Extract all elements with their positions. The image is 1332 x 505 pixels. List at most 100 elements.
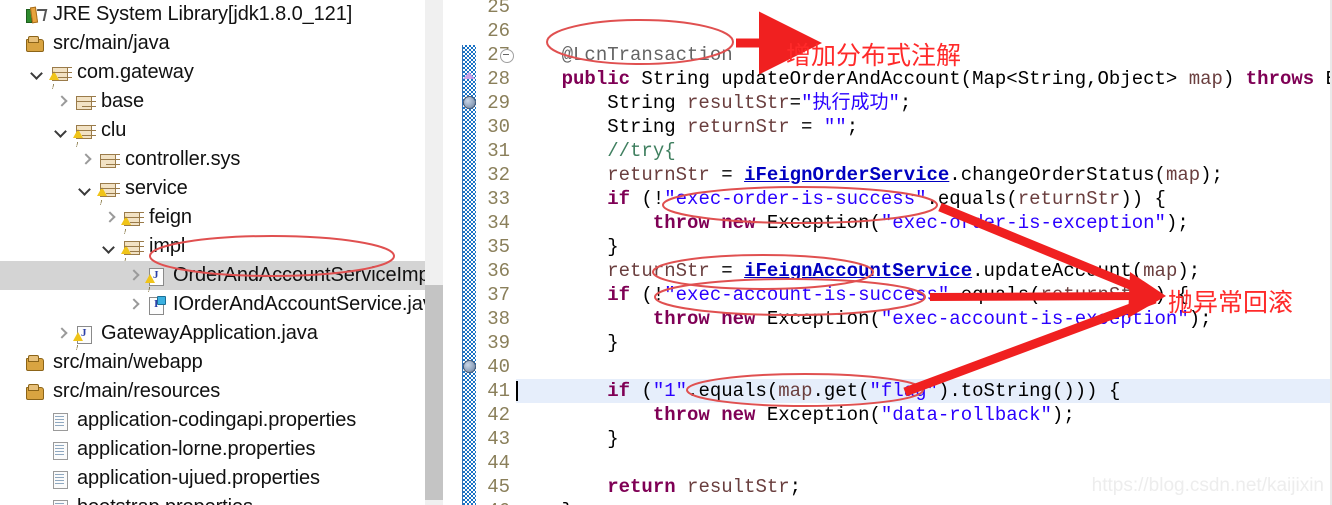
code-token: throw	[652, 212, 710, 234]
panel-divider[interactable]	[443, 0, 463, 505]
code-token: if	[607, 188, 631, 210]
code-line[interactable]: //try{	[516, 139, 675, 163]
code-line[interactable]: }	[516, 499, 573, 505]
code-token: .equals(	[926, 188, 1018, 210]
line-number: 44	[487, 452, 510, 474]
code-token: new	[721, 212, 756, 234]
code-line[interactable]: if ("1".equals(map.get("flag").toString(…	[516, 379, 1332, 403]
code-token: .updateAccount(	[972, 260, 1144, 282]
tree-item-gatewayapplication-java[interactable]: GatewayApplication.java	[0, 319, 443, 363]
tree-item-bootstrap-properties[interactable]: bootstrap.properties	[0, 493, 443, 505]
editor-folding-ruler[interactable]	[462, 0, 478, 505]
line-number: 29	[487, 92, 510, 114]
tree-item-src-main-resources[interactable]: src/main/resources	[0, 377, 443, 406]
code-line[interactable]: }	[516, 331, 618, 355]
tree-item-service[interactable]: service	[0, 174, 443, 218]
tree-item-jre-system-library[interactable]: JRE System Library [jdk1.8.0_121]	[0, 0, 443, 29]
chevron-right-icon[interactable]	[78, 152, 93, 167]
chevron-right-icon[interactable]	[126, 268, 141, 283]
tree-item-application-ujued-properties[interactable]: application-ujued.properties	[0, 464, 443, 493]
code-token: resultStr	[687, 92, 790, 114]
watermark-text: https://blog.csdn.net/kaijixin	[1091, 475, 1324, 496]
project-tree[interactable]: JRE System Library [jdk1.8.0_121] src/mai…	[0, 0, 443, 505]
code-line[interactable]: if (!"exec-order-is-success".equals(retu…	[516, 187, 1166, 211]
code-token: returnStr	[607, 164, 710, 186]
code-token: if	[607, 380, 631, 402]
tree-item-base[interactable]: base	[0, 87, 443, 116]
code-token: }	[516, 500, 573, 505]
note-add-distributed-annotation: 增加分布式注解	[786, 41, 962, 70]
tree-item-feign[interactable]: feign	[0, 203, 443, 247]
tree-item-clu[interactable]: clu	[0, 116, 443, 160]
tree-item-label: impl	[149, 235, 186, 257]
code-token: (!	[630, 188, 665, 210]
code-token: Exception(	[755, 404, 881, 426]
code-token: (!	[630, 284, 665, 306]
code-line[interactable]: throw new Exception("exec-account-is-exc…	[516, 307, 1212, 331]
code-line[interactable]: return resultStr;	[516, 475, 801, 499]
chevron-right-icon[interactable]	[102, 210, 117, 225]
code-line[interactable]: String returnStr = "";	[516, 115, 858, 139]
code-token: =	[709, 260, 745, 282]
tree-item-application-codingapi-properties[interactable]: application-codingapi.properties	[0, 406, 443, 435]
code-token: returnStr	[687, 116, 790, 138]
line-number: 26	[487, 20, 510, 42]
tree-item-iorderandaccountservice-java[interactable]: IOrderAndAccountService.java	[0, 290, 443, 319]
package-icon	[97, 151, 119, 169]
line-number: 32	[487, 164, 510, 186]
eclipse-ide-screenshot: JRE System Library [jdk1.8.0_121] src/mai…	[0, 0, 1332, 505]
tree-item-com-gateway[interactable]: com.gateway	[0, 58, 443, 102]
chevron-down-icon[interactable]	[78, 181, 93, 196]
code-token: new	[721, 308, 756, 330]
chevron-down-icon[interactable]	[30, 65, 45, 80]
code-line[interactable]: String resultStr="执行成功";	[516, 91, 911, 115]
tree-item-label: application-codingapi.properties	[77, 409, 357, 431]
code-line[interactable]: }	[516, 427, 618, 451]
tree-item-application-lorne-properties[interactable]: application-lorne.properties	[0, 435, 443, 464]
code-line[interactable]: throw new Exception("data-rollback");	[516, 403, 1075, 427]
chevron-right-icon[interactable]	[126, 297, 141, 312]
code-line[interactable]: @LcnTransaction	[516, 43, 733, 67]
package-warning-icon	[73, 122, 95, 160]
code-editor-area[interactable]: @LcnTransaction public String updateOrde…	[516, 0, 1332, 505]
implements-marker-icon	[463, 360, 476, 373]
chevron-down-icon[interactable]	[102, 239, 117, 254]
tree-item-impl[interactable]: impl	[0, 232, 443, 276]
tree-item-controller-sys[interactable]: controller.sys	[0, 145, 443, 174]
package-explorer-panel[interactable]: JRE System Library [jdk1.8.0_121] src/mai…	[0, 0, 443, 505]
code-line[interactable]: returnStr = iFeignAccountService.updateA…	[516, 259, 1200, 283]
tree-item-label: src/main/java	[53, 32, 170, 54]
code-line[interactable]: }	[516, 235, 618, 259]
code-token: returnStr	[1040, 284, 1144, 306]
chevron-right-icon[interactable]	[54, 94, 69, 109]
tree-item-suffix: [jdk1.8.0_121]	[227, 3, 353, 25]
implements-marker-icon	[463, 96, 476, 109]
tree-item-src-main-java[interactable]: src/main/java	[0, 29, 443, 58]
fold-collapse-icon[interactable]	[500, 49, 514, 63]
tree-item-label: application-ujued.properties	[77, 467, 320, 489]
tree-item-src-main-webapp[interactable]: src/main/webapp	[0, 348, 443, 377]
chevron-down-icon[interactable]	[54, 123, 69, 138]
tree-item-label: base	[101, 90, 144, 112]
tree-item-orderandaccountserviceimpl-java[interactable]: OrderAndAccountServiceImpl.java	[0, 261, 443, 305]
chevron-right-icon[interactable]	[54, 326, 69, 341]
code-token: "exec-account-is-success"	[664, 284, 950, 306]
code-line[interactable]: if (!"exec-account-is-success".equals(re…	[516, 283, 1189, 307]
code-token: );	[1177, 260, 1201, 282]
explorer-scrollbar-track[interactable]	[425, 0, 443, 505]
line-number: 34	[487, 212, 510, 234]
explorer-scrollbar-thumb[interactable]	[425, 285, 443, 500]
code-line[interactable]: throw new Exception("exec-order-is-excep…	[516, 211, 1189, 235]
java-class-warning-icon	[73, 325, 95, 363]
code-token: resultStr	[687, 476, 790, 498]
code-line[interactable]: returnStr = iFeignOrderService.changeOrd…	[516, 163, 1223, 187]
